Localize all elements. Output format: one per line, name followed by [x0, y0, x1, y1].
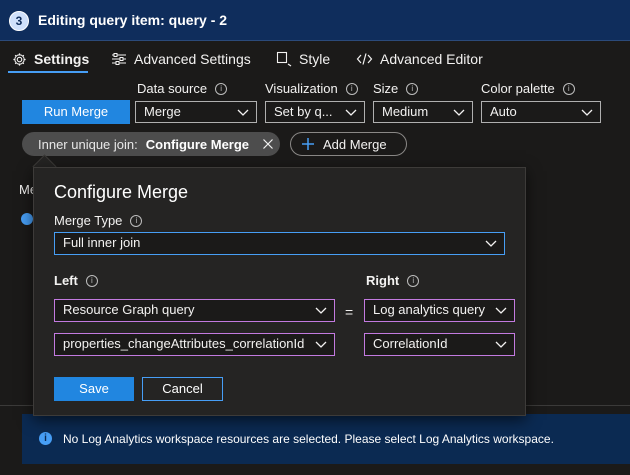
- tab-advanced-settings-label: Advanced Settings: [134, 51, 251, 67]
- run-merge-button[interactable]: Run Merge: [22, 100, 130, 124]
- message-bar: i No Log Analytics workspace resources a…: [22, 414, 630, 464]
- dialog-title: Configure Merge: [54, 182, 189, 202]
- tab-advanced-editor-label: Advanced Editor: [380, 51, 483, 67]
- left-label: Left i: [54, 273, 98, 288]
- step-number-badge: 3: [9, 11, 29, 31]
- visualization-label-text: Visualization: [265, 81, 338, 96]
- right-query-dropdown[interactable]: Log analytics query: [364, 299, 515, 322]
- tab-style[interactable]: Style: [276, 49, 330, 69]
- visualization-label: Visualization i: [265, 81, 358, 96]
- equals-sign: =: [345, 304, 354, 320]
- chevron-down-icon: [315, 341, 327, 348]
- data-source-value: Merge: [144, 104, 181, 119]
- left-column-dropdown[interactable]: properties_changeAttributes_correlationI…: [54, 333, 335, 356]
- data-source-label: Data source i: [137, 81, 228, 96]
- right-label-text: Right: [366, 273, 400, 288]
- left-column-value: properties_changeAttributes_correlationI…: [63, 336, 305, 351]
- gear-icon: [13, 52, 26, 66]
- chevron-down-icon: [495, 307, 507, 314]
- chevron-down-icon: [485, 240, 497, 247]
- merge-type-dropdown[interactable]: Full inner join: [54, 232, 505, 255]
- merge-pill-name: Configure Merge: [145, 136, 250, 152]
- active-tab-indicator: [8, 71, 88, 73]
- chevron-down-icon: [315, 307, 327, 314]
- info-icon: i: [407, 274, 420, 287]
- info-icon: i: [39, 432, 52, 445]
- cancel-button[interactable]: Cancel: [142, 377, 223, 401]
- chevron-down-icon: [237, 109, 249, 116]
- right-label: Right i: [366, 273, 420, 288]
- code-icon: [356, 53, 373, 65]
- size-label: Size i: [373, 81, 419, 96]
- data-source-label-text: Data source: [137, 81, 208, 96]
- sliders-icon: [112, 53, 126, 65]
- configure-merge-dialog: Configure Merge Merge Type i Full inner …: [33, 167, 526, 416]
- size-value: Medium: [382, 104, 429, 119]
- data-source-dropdown[interactable]: Merge: [135, 101, 257, 123]
- info-icon: [21, 213, 33, 225]
- message-bar-text: No Log Analytics workspace resources are…: [63, 432, 554, 446]
- right-column-value: CorrelationId: [373, 336, 448, 351]
- size-label-text: Size: [373, 81, 399, 96]
- add-merge-button[interactable]: Add Merge: [290, 132, 407, 156]
- color-palette-value: Auto: [490, 104, 517, 119]
- color-palette-label-text: Color palette: [481, 81, 555, 96]
- tab-settings[interactable]: Settings: [12, 49, 89, 69]
- chevron-down-icon: [345, 109, 357, 116]
- chevron-down-icon: [453, 109, 465, 116]
- right-query-value: Log analytics query: [373, 302, 486, 317]
- left-query-dropdown[interactable]: Resource Graph query: [54, 299, 335, 322]
- color-palette-label: Color palette i: [481, 81, 575, 96]
- visualization-value: Set by q...: [274, 104, 333, 119]
- tab-style-label: Style: [299, 51, 331, 67]
- visualization-dropdown[interactable]: Set by q...: [265, 101, 365, 123]
- merge-type-value: Full inner join: [63, 235, 141, 250]
- merge-pill[interactable]: Inner unique join: Configure Merge: [22, 132, 280, 156]
- merge-type-label-text: Merge Type: [54, 213, 123, 228]
- info-icon: i: [562, 82, 575, 95]
- tab-advanced-settings[interactable]: Advanced Settings: [111, 49, 251, 69]
- left-label-text: Left: [54, 273, 78, 288]
- info-icon: i: [130, 214, 143, 227]
- merge-pill-prefix: Inner unique join:: [38, 136, 138, 152]
- save-button[interactable]: Save: [54, 377, 134, 401]
- title-bar: 3 Editing query item: query - 2: [0, 0, 630, 41]
- style-icon: [276, 51, 292, 67]
- close-icon[interactable]: [262, 138, 274, 150]
- info-icon: i: [215, 82, 228, 95]
- chevron-down-icon: [495, 341, 507, 348]
- size-dropdown[interactable]: Medium: [373, 101, 473, 123]
- tab-settings-label: Settings: [34, 51, 90, 67]
- tab-advanced-editor[interactable]: Advanced Editor: [356, 49, 483, 69]
- chevron-down-icon: [581, 109, 593, 116]
- left-query-value: Resource Graph query: [63, 302, 195, 317]
- page-title: Editing query item: query - 2: [38, 12, 228, 28]
- color-palette-dropdown[interactable]: Auto: [481, 101, 601, 123]
- info-icon: i: [406, 82, 419, 95]
- info-icon: i: [85, 274, 98, 287]
- merge-type-label: Merge Type i: [54, 213, 143, 228]
- right-column-dropdown[interactable]: CorrelationId: [364, 333, 515, 356]
- plus-icon: [302, 138, 314, 150]
- info-icon: i: [345, 82, 358, 95]
- add-merge-label: Add Merge: [323, 136, 387, 152]
